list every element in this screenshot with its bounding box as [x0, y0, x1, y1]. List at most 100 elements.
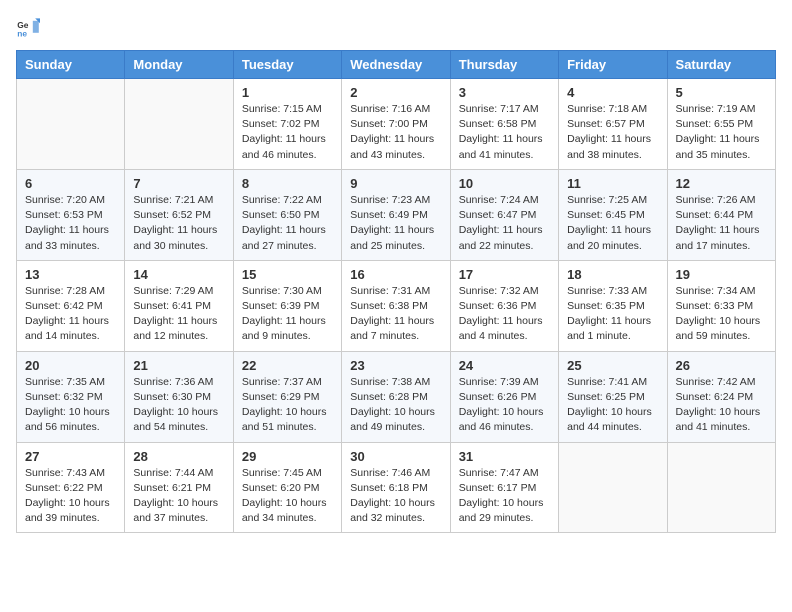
day-info: Sunrise: 7:28 AM Sunset: 6:42 PM Dayligh… — [25, 284, 116, 345]
day-number: 14 — [133, 267, 224, 282]
calendar-cell: 10 Sunrise: 7:24 AM Sunset: 6:47 PM Dayli… — [450, 169, 558, 260]
day-info: Sunrise: 7:47 AM Sunset: 6:17 PM Dayligh… — [459, 466, 550, 527]
calendar-cell: 5 Sunrise: 7:19 AM Sunset: 6:55 PM Daylig… — [667, 79, 775, 170]
day-number: 13 — [25, 267, 116, 282]
calendar-cell — [667, 442, 775, 533]
day-info: Sunrise: 7:42 AM Sunset: 6:24 PM Dayligh… — [676, 375, 767, 436]
day-info: Sunrise: 7:26 AM Sunset: 6:44 PM Dayligh… — [676, 193, 767, 254]
calendar-cell: 27 Sunrise: 7:43 AM Sunset: 6:22 PM Dayli… — [17, 442, 125, 533]
day-info: Sunrise: 7:36 AM Sunset: 6:30 PM Dayligh… — [133, 375, 224, 436]
calendar-cell: 8 Sunrise: 7:22 AM Sunset: 6:50 PM Daylig… — [233, 169, 341, 260]
calendar-cell: 14 Sunrise: 7:29 AM Sunset: 6:41 PM Dayli… — [125, 260, 233, 351]
calendar-cell: 20Sunrise: 7:35 AM Sunset: 6:32 PM Dayli… — [17, 351, 125, 442]
day-number: 3 — [459, 85, 550, 100]
calendar-cell: 4 Sunrise: 7:18 AM Sunset: 6:57 PM Daylig… — [559, 79, 667, 170]
day-number: 26 — [676, 358, 767, 373]
calendar-cell: 26 Sunrise: 7:42 AM Sunset: 6:24 PM Dayli… — [667, 351, 775, 442]
calendar-week-3: 13 Sunrise: 7:28 AM Sunset: 6:42 PM Dayli… — [17, 260, 776, 351]
day-info: Sunrise: 7:23 AM Sunset: 6:49 PM Dayligh… — [350, 193, 441, 254]
day-info: Sunrise: 7:44 AM Sunset: 6:21 PM Dayligh… — [133, 466, 224, 527]
calendar-cell: 11 Sunrise: 7:25 AM Sunset: 6:45 PM Dayli… — [559, 169, 667, 260]
calendar-cell: 31 Sunrise: 7:47 AM Sunset: 6:17 PM Dayli… — [450, 442, 558, 533]
day-number: 8 — [242, 176, 333, 191]
day-number: 5 — [676, 85, 767, 100]
calendar-cell: 13 Sunrise: 7:28 AM Sunset: 6:42 PM Dayli… — [17, 260, 125, 351]
day-number: 11 — [567, 176, 658, 191]
day-number: 7 — [133, 176, 224, 191]
day-info: Sunrise: 7:43 AM Sunset: 6:22 PM Dayligh… — [25, 466, 116, 527]
calendar-cell: 22Sunrise: 7:37 AM Sunset: 6:29 PM Dayli… — [233, 351, 341, 442]
logo: Ge ne — [16, 16, 44, 40]
day-info: Sunrise: 7:19 AM Sunset: 6:55 PM Dayligh… — [676, 102, 767, 163]
logo-icon: Ge ne — [16, 16, 40, 40]
calendar-cell: 24 Sunrise: 7:39 AM Sunset: 6:26 PM Dayli… — [450, 351, 558, 442]
day-number: 2 — [350, 85, 441, 100]
day-number: 17 — [459, 267, 550, 282]
day-number: 27 — [25, 449, 116, 464]
calendar-cell: 6 Sunrise: 7:20 AM Sunset: 6:53 PM Daylig… — [17, 169, 125, 260]
day-info: Sunrise: 7:33 AM Sunset: 6:35 PM Dayligh… — [567, 284, 658, 345]
weekday-wednesday: Wednesday — [342, 51, 450, 79]
calendar-cell — [125, 79, 233, 170]
day-info: Sunrise: 7:30 AM Sunset: 6:39 PM Dayligh… — [242, 284, 333, 345]
day-info: Sunrise: 7:34 AM Sunset: 6:33 PM Dayligh… — [676, 284, 767, 345]
day-number: 4 — [567, 85, 658, 100]
calendar-cell: 12 Sunrise: 7:26 AM Sunset: 6:44 PM Dayli… — [667, 169, 775, 260]
day-info: Sunrise: 7:32 AM Sunset: 6:36 PM Dayligh… — [459, 284, 550, 345]
day-info: Sunrise: 7:17 AM Sunset: 6:58 PM Dayligh… — [459, 102, 550, 163]
day-info: Sunrise: 7:25 AM Sunset: 6:45 PM Dayligh… — [567, 193, 658, 254]
day-info: Sunrise: 7:29 AM Sunset: 6:41 PM Dayligh… — [133, 284, 224, 345]
weekday-friday: Friday — [559, 51, 667, 79]
day-number: 19 — [676, 267, 767, 282]
page-header: Ge ne — [16, 16, 776, 40]
calendar-cell — [17, 79, 125, 170]
day-number: 30 — [350, 449, 441, 464]
calendar-cell: 3 Sunrise: 7:17 AM Sunset: 6:58 PM Daylig… — [450, 79, 558, 170]
day-info: Sunrise: 7:20 AM Sunset: 6:53 PM Dayligh… — [25, 193, 116, 254]
day-number: 28 — [133, 449, 224, 464]
calendar-cell: 9Sunrise: 7:23 AM Sunset: 6:49 PM Daylig… — [342, 169, 450, 260]
calendar-week-5: 27 Sunrise: 7:43 AM Sunset: 6:22 PM Dayli… — [17, 442, 776, 533]
day-number: 6 — [25, 176, 116, 191]
day-info: Sunrise: 7:46 AM Sunset: 6:18 PM Dayligh… — [350, 466, 441, 527]
day-number: 10 — [459, 176, 550, 191]
day-number: 31 — [459, 449, 550, 464]
day-info: Sunrise: 7:15 AM Sunset: 7:02 PM Dayligh… — [242, 102, 333, 163]
calendar-cell: 16Sunrise: 7:31 AM Sunset: 6:38 PM Dayli… — [342, 260, 450, 351]
calendar-week-4: 20Sunrise: 7:35 AM Sunset: 6:32 PM Dayli… — [17, 351, 776, 442]
day-number: 22 — [242, 358, 333, 373]
calendar-cell: 15 Sunrise: 7:30 AM Sunset: 6:39 PM Dayli… — [233, 260, 341, 351]
calendar-cell: 1Sunrise: 7:15 AM Sunset: 7:02 PM Daylig… — [233, 79, 341, 170]
svg-text:ne: ne — [17, 28, 27, 38]
day-number: 12 — [676, 176, 767, 191]
calendar-cell: 19 Sunrise: 7:34 AM Sunset: 6:33 PM Dayli… — [667, 260, 775, 351]
day-info: Sunrise: 7:22 AM Sunset: 6:50 PM Dayligh… — [242, 193, 333, 254]
calendar-cell: 7Sunrise: 7:21 AM Sunset: 6:52 PM Daylig… — [125, 169, 233, 260]
day-info: Sunrise: 7:16 AM Sunset: 7:00 PM Dayligh… — [350, 102, 441, 163]
day-number: 15 — [242, 267, 333, 282]
calendar-cell: 17 Sunrise: 7:32 AM Sunset: 6:36 PM Dayli… — [450, 260, 558, 351]
day-info: Sunrise: 7:38 AM Sunset: 6:28 PM Dayligh… — [350, 375, 441, 436]
weekday-saturday: Saturday — [667, 51, 775, 79]
day-info: Sunrise: 7:18 AM Sunset: 6:57 PM Dayligh… — [567, 102, 658, 163]
day-info: Sunrise: 7:45 AM Sunset: 6:20 PM Dayligh… — [242, 466, 333, 527]
day-number: 21 — [133, 358, 224, 373]
calendar-header: SundayMondayTuesdayWednesdayThursdayFrid… — [17, 51, 776, 79]
day-number: 16 — [350, 267, 441, 282]
calendar-table: SundayMondayTuesdayWednesdayThursdayFrid… — [16, 50, 776, 533]
calendar-cell: 23 Sunrise: 7:38 AM Sunset: 6:28 PM Dayli… — [342, 351, 450, 442]
day-info: Sunrise: 7:39 AM Sunset: 6:26 PM Dayligh… — [459, 375, 550, 436]
day-info: Sunrise: 7:24 AM Sunset: 6:47 PM Dayligh… — [459, 193, 550, 254]
day-number: 24 — [459, 358, 550, 373]
day-info: Sunrise: 7:35 AM Sunset: 6:32 PM Dayligh… — [25, 375, 116, 436]
calendar-cell: 30 Sunrise: 7:46 AM Sunset: 6:18 PM Dayli… — [342, 442, 450, 533]
calendar-cell: 28 Sunrise: 7:44 AM Sunset: 6:21 PM Dayli… — [125, 442, 233, 533]
weekday-sunday: Sunday — [17, 51, 125, 79]
day-number: 25 — [567, 358, 658, 373]
day-number: 23 — [350, 358, 441, 373]
calendar-cell: 29Sunrise: 7:45 AM Sunset: 6:20 PM Dayli… — [233, 442, 341, 533]
calendar-cell: 25 Sunrise: 7:41 AM Sunset: 6:25 PM Dayli… — [559, 351, 667, 442]
calendar-cell: 21 Sunrise: 7:36 AM Sunset: 6:30 PM Dayli… — [125, 351, 233, 442]
day-info: Sunrise: 7:41 AM Sunset: 6:25 PM Dayligh… — [567, 375, 658, 436]
day-number: 18 — [567, 267, 658, 282]
